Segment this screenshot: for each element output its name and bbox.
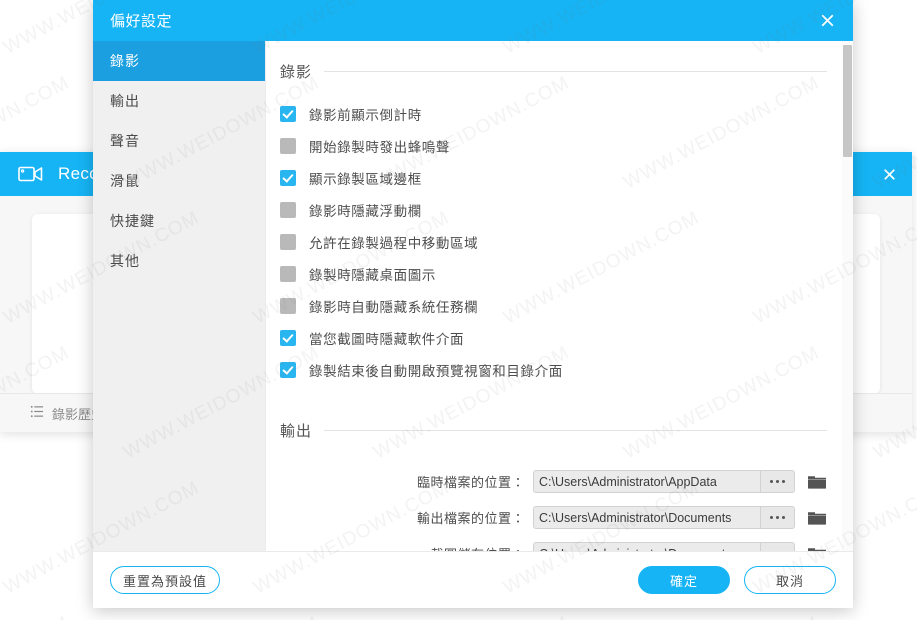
watermark-text: WWW.WEIDOWN.COM xyxy=(370,612,573,620)
screenshot-path-input[interactable]: C:\Users\Administrator\Documents xyxy=(533,542,761,551)
watermark-text: WWW.WEIDOWN.COM xyxy=(620,612,823,620)
option-hide-taskbar[interactable]: 錄影時自動隱藏系統任務欄 xyxy=(280,290,853,322)
option-hide-desktop-icons[interactable]: 錄製時隱藏桌面圖示 xyxy=(280,258,853,290)
option-label: 錄影時自動隱藏系統任務欄 xyxy=(309,300,479,315)
option-beep-on-start[interactable]: 開始錄製時發出蜂嗚聲 xyxy=(280,130,853,162)
option-hide-floating-bar[interactable]: 錄影時隱藏浮動欄 xyxy=(280,194,853,226)
checkbox-icon[interactable] xyxy=(280,202,296,218)
close-icon[interactable] xyxy=(866,152,912,196)
preferences-dialog[interactable]: 偏好設定 錄影 輸出 聲音 滑鼠 快捷鍵 其他 錄影 錄影前顯示倒計時 開始錄製… xyxy=(93,0,853,608)
option-show-countdown[interactable]: 錄影前顯示倒計時 xyxy=(280,98,853,130)
checkbox-icon[interactable] xyxy=(280,266,296,282)
list-icon xyxy=(30,405,45,421)
folder-icon[interactable] xyxy=(807,509,827,526)
section-divider xyxy=(324,430,827,431)
option-label: 錄製時隱藏桌面圖示 xyxy=(309,268,436,283)
ok-button[interactable]: 確定 xyxy=(638,566,730,594)
field-label: 臨時檔案的位置： xyxy=(416,475,525,490)
output-path-input[interactable]: C:\Users\Administrator\Documents xyxy=(533,506,761,529)
sidebar-item-recording[interactable]: 錄影 xyxy=(93,41,265,81)
sidebar-item-label: 輸出 xyxy=(110,93,140,109)
sidebar-item-label: 快捷鍵 xyxy=(110,213,155,229)
watermark-text: WWW.WEIDOWN.COM xyxy=(870,612,917,620)
row-output-file-location: 輸出檔案的位置： C:\Users\Administrator\Document… xyxy=(266,503,827,532)
checkbox-icon[interactable] xyxy=(280,170,296,186)
temp-path-input[interactable]: C:\Users\Administrator\AppData xyxy=(533,470,761,493)
cancel-button[interactable]: 取消 xyxy=(744,566,836,594)
dialog-title: 偏好設定 xyxy=(110,13,173,30)
option-label: 錄影前顯示倒計時 xyxy=(309,108,422,123)
checkbox-icon[interactable] xyxy=(280,298,296,314)
section-header-output: 輸出 xyxy=(266,420,853,441)
dialog-close-icon[interactable] xyxy=(801,0,853,41)
folder-icon[interactable] xyxy=(807,473,827,490)
field-label: 截圖儲存位置： xyxy=(430,544,525,551)
camcorder-icon xyxy=(18,164,44,184)
section-title: 錄影 xyxy=(280,64,313,81)
settings-content-inner: 錄影 錄影前顯示倒計時 開始錄製時發出蜂嗚聲 顯示錄製區域邊框 錄影時隱藏浮動欄… xyxy=(266,41,853,551)
content-scrollbar-thumb[interactable] xyxy=(843,45,852,157)
checkbox-icon[interactable] xyxy=(280,234,296,250)
option-show-region-border[interactable]: 顯示錄製區域邊框 xyxy=(280,162,853,194)
option-hide-ui-on-screenshot[interactable]: 當您截圖時隱藏軟件介面 xyxy=(280,322,853,354)
field-label: 輸出檔案的位置： xyxy=(416,511,525,526)
content-scrollbar-track[interactable] xyxy=(842,41,853,551)
watermark-text: WWW.WEIDOWN.COM xyxy=(120,612,323,620)
option-label: 允許在錄製過程中移動區域 xyxy=(309,236,479,251)
checkbox-icon[interactable] xyxy=(280,330,296,346)
section-header-recording: 錄影 xyxy=(266,61,853,82)
sidebar-item-label: 聲音 xyxy=(110,133,140,149)
checkbox-icon[interactable] xyxy=(280,362,296,378)
watermark-text: WWW.WEIDOWN.COM xyxy=(0,612,73,620)
settings-sidebar: 錄影 輸出 聲音 滑鼠 快捷鍵 其他 xyxy=(93,41,266,551)
sidebar-item-sound[interactable]: 聲音 xyxy=(93,121,265,161)
option-label: 錄製結束後自動開啟預覽視窗和目錄介面 xyxy=(309,364,563,379)
sidebar-item-mouse[interactable]: 滑鼠 xyxy=(93,161,265,201)
sidebar-item-other[interactable]: 其他 xyxy=(93,241,265,281)
option-label: 當您截圖時隱藏軟件介面 xyxy=(309,332,465,347)
section-title: 輸出 xyxy=(280,423,313,440)
option-open-preview-after-record[interactable]: 錄製結束後自動開啟預覽視窗和目錄介面 xyxy=(280,354,853,386)
checkbox-icon[interactable] xyxy=(280,138,296,154)
dialog-footer: 重置為預設值 確定 取消 xyxy=(93,551,853,608)
footer-actions: 確定 取消 xyxy=(638,566,836,594)
sidebar-item-label: 其他 xyxy=(110,253,140,269)
option-label: 顯示錄製區域邊框 xyxy=(309,172,422,187)
browse-temp-button[interactable] xyxy=(761,470,795,493)
row-temp-file-location: 臨時檔案的位置： C:\Users\Administrator\AppData xyxy=(266,467,827,496)
section-divider xyxy=(324,71,827,72)
browse-screenshot-button[interactable] xyxy=(761,542,795,551)
sidebar-item-label: 滑鼠 xyxy=(110,173,140,189)
settings-content: 錄影 錄影前顯示倒計時 開始錄製時發出蜂嗚聲 顯示錄製區域邊框 錄影時隱藏浮動欄… xyxy=(266,41,853,551)
screen-root: Recorder xyxy=(0,0,917,620)
sidebar-item-hotkeys[interactable]: 快捷鍵 xyxy=(93,201,265,241)
option-allow-move-region[interactable]: 允許在錄製過程中移動區域 xyxy=(280,226,853,258)
checkbox-icon[interactable] xyxy=(280,106,296,122)
browse-output-button[interactable] xyxy=(761,506,795,529)
row-screenshot-location: 截圖儲存位置： C:\Users\Administrator\Documents xyxy=(266,539,827,551)
dialog-titlebar: 偏好設定 xyxy=(93,0,853,41)
output-rows: 臨時檔案的位置： C:\Users\Administrator\AppData xyxy=(266,467,853,551)
sidebar-item-label: 錄影 xyxy=(110,53,140,69)
sidebar-item-output[interactable]: 輸出 xyxy=(93,81,265,121)
dialog-main: 錄影 輸出 聲音 滑鼠 快捷鍵 其他 錄影 錄影前顯示倒計時 開始錄製時發出蜂嗚… xyxy=(93,41,853,551)
option-label: 開始錄製時發出蜂嗚聲 xyxy=(309,140,450,155)
recording-options-list: 錄影前顯示倒計時 開始錄製時發出蜂嗚聲 顯示錄製區域邊框 錄影時隱藏浮動欄 允許… xyxy=(266,98,853,386)
reset-defaults-button[interactable]: 重置為預設值 xyxy=(110,566,221,594)
option-label: 錄影時隱藏浮動欄 xyxy=(309,204,422,219)
